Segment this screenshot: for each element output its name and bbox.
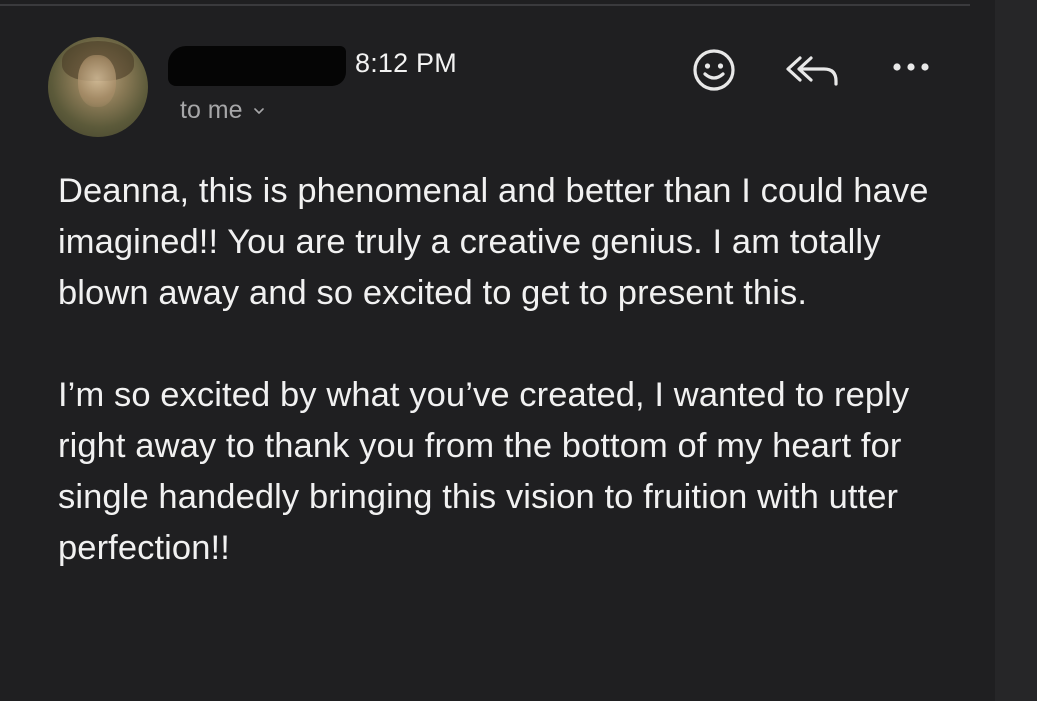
message-body: Deanna, this is phenomenal and better th… bbox=[58, 166, 958, 574]
emoji-reaction-button[interactable] bbox=[690, 46, 738, 94]
avatar-face bbox=[78, 55, 116, 107]
reply-all-icon bbox=[786, 56, 838, 86]
message-paragraph: I’m so excited by what you’ve created, I… bbox=[58, 376, 910, 567]
message-time: 8:12 PM bbox=[355, 48, 457, 78]
right-edge-panel bbox=[995, 0, 1037, 701]
message-paragraph: Deanna, this is phenomenal and better th… bbox=[58, 172, 929, 312]
emoji-icon bbox=[693, 49, 735, 91]
more-options-icon bbox=[893, 63, 929, 71]
recipient-label: to me bbox=[180, 96, 243, 124]
more-options-button[interactable] bbox=[886, 52, 936, 82]
reply-all-button[interactable] bbox=[784, 50, 844, 90]
sender-name-redacted bbox=[168, 46, 346, 86]
recipient-toggle[interactable]: to me bbox=[180, 96, 265, 125]
sender-avatar[interactable] bbox=[48, 37, 148, 137]
top-divider bbox=[0, 0, 970, 6]
chevron-down-icon bbox=[253, 107, 264, 114]
